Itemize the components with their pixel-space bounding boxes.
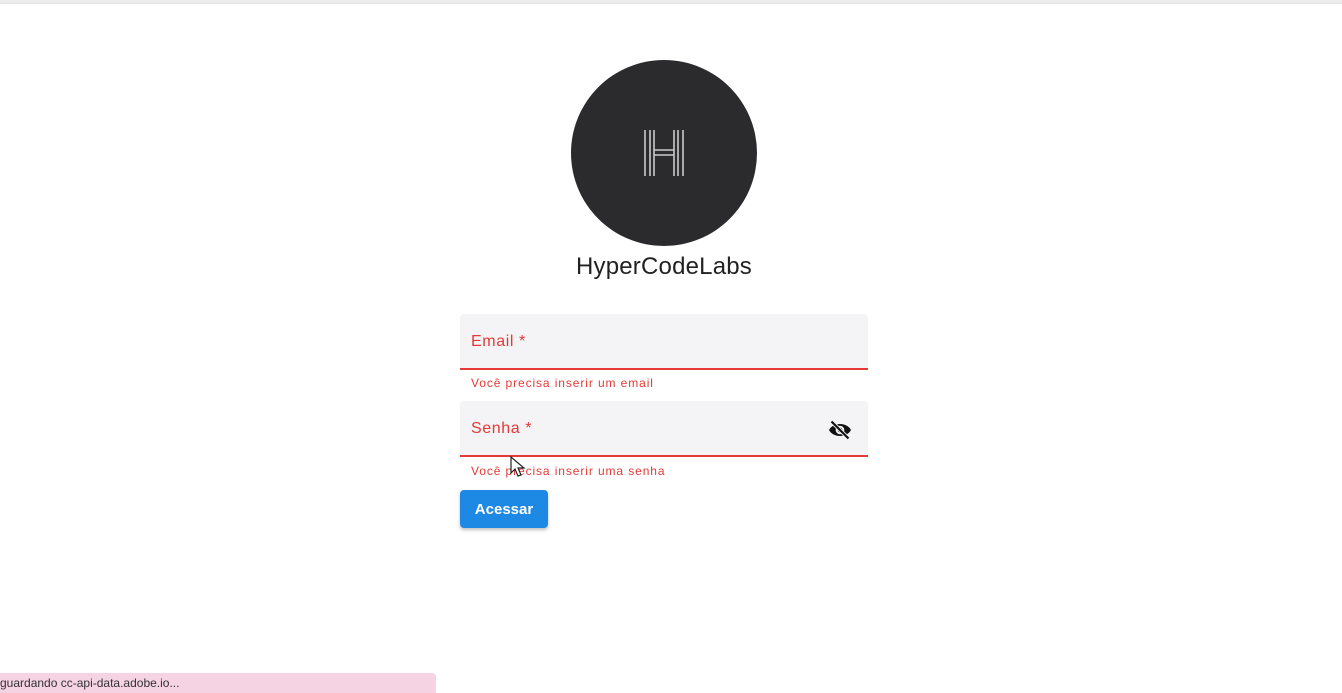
password-input[interactable] — [471, 415, 811, 445]
acessar-button[interactable]: Acessar — [460, 490, 548, 528]
mouse-cursor-icon — [510, 456, 526, 477]
email-input[interactable] — [471, 328, 811, 358]
visibility-off-icon[interactable] — [828, 419, 852, 441]
brand-logo — [571, 60, 757, 246]
password-error-text: Você precisa inserir uma senha — [471, 464, 666, 478]
app-name: HyperCodeLabs — [575, 253, 753, 280]
h-monogram-icon — [644, 130, 684, 176]
password-field[interactable]: Senha * — [460, 401, 868, 457]
email-error-text: Você precisa inserir um email — [471, 376, 654, 390]
browser-top-edge — [0, 0, 1342, 4]
email-field[interactable]: Email * — [460, 314, 868, 370]
browser-status-bar: guardando cc-api-data.adobe.io... — [0, 673, 436, 693]
